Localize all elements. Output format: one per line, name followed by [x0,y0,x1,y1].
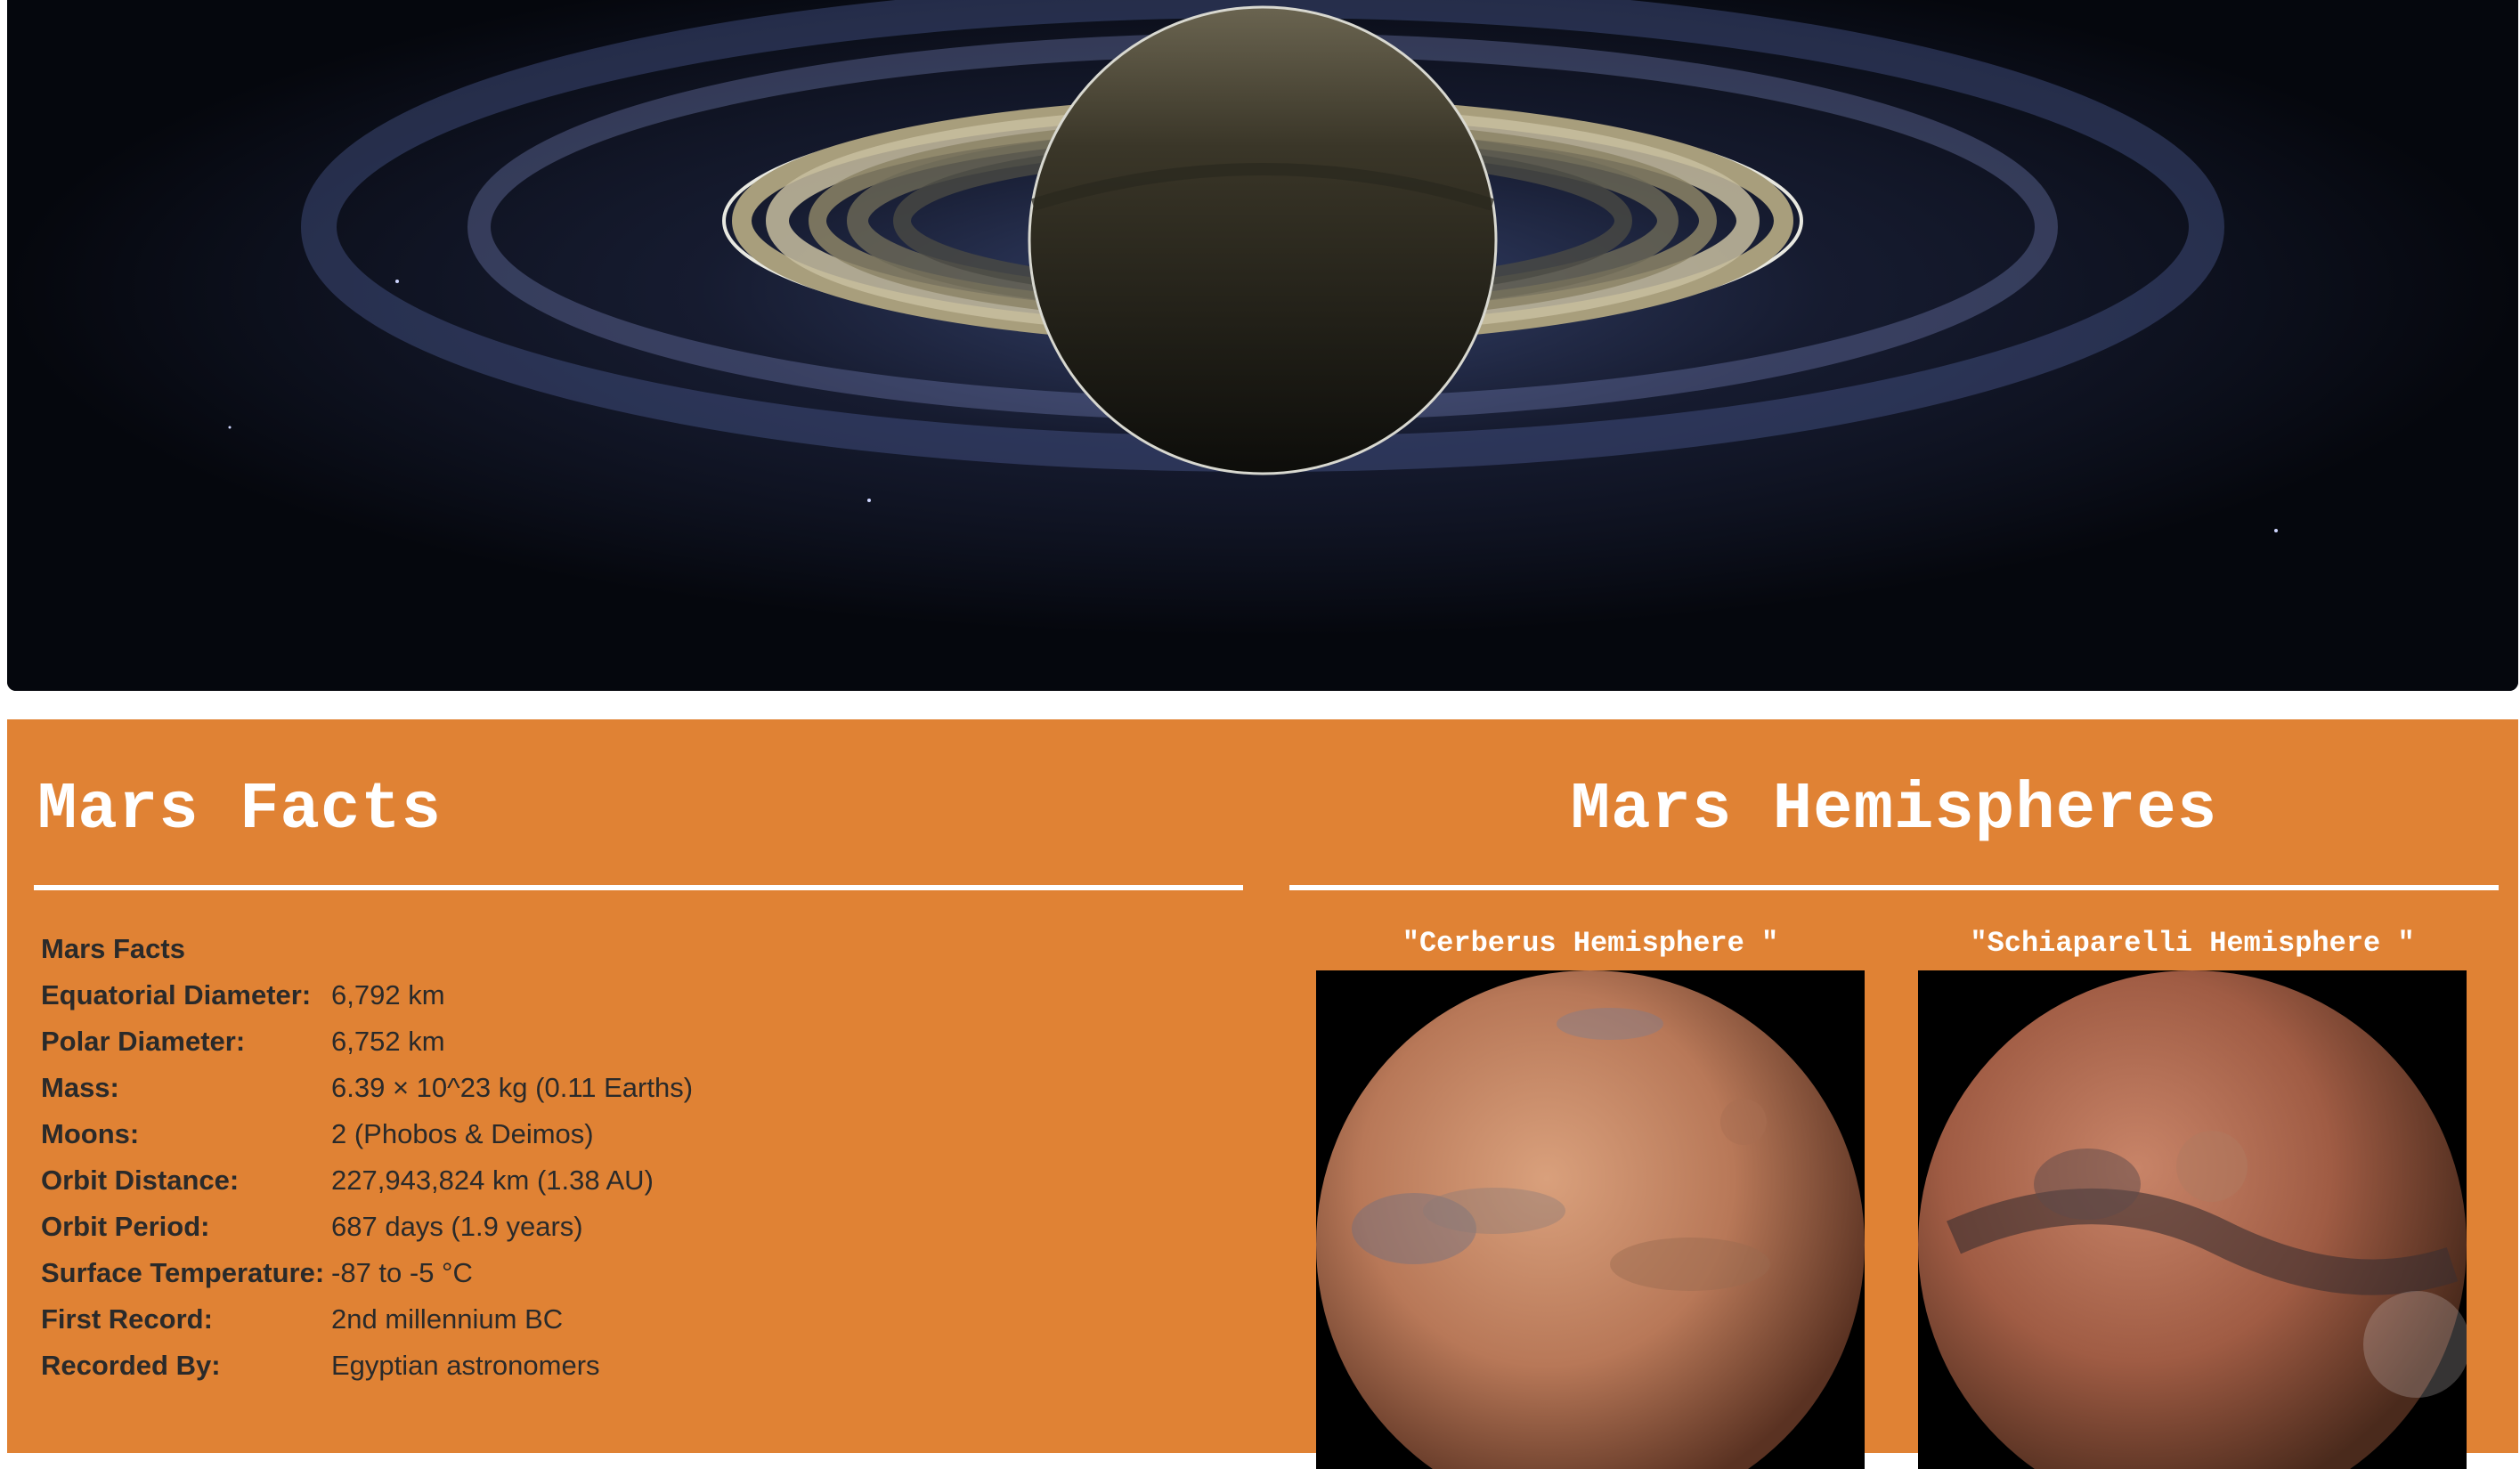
hemisphere-card-schiaparelli[interactable]: "Schiaparelli Hemisphere " [1918,922,2467,1469]
table-row: First Record: 2nd millennium BC [41,1296,693,1343]
table-row: Orbit Distance: 227,943,824 km (1.38 AU) [41,1157,693,1204]
fact-value: -87 to -5 °C [331,1257,473,1288]
table-row: Equatorial Diameter: 6,792 km [41,972,693,1019]
fact-label: Equatorial Diameter: [41,979,312,1010]
hemisphere-title: "Schiaparelli Hemisphere " [1970,927,2415,960]
hemispheres-divider [1289,885,2499,890]
fact-value: 2nd millennium BC [331,1303,564,1335]
mars-hemispheres-section: Mars Hemispheres "Cerberus Hemisphere " [1289,719,2499,1469]
fact-value: 6,752 km [331,1026,445,1057]
fact-value: 6,792 km [331,979,445,1010]
hemisphere-title: "Cerberus Hemisphere " [1402,927,1779,960]
table-row: Moons: 2 (Phobos & Deimos) [41,1111,693,1157]
fact-label: First Record: [41,1303,213,1335]
saturn-image [7,0,2518,691]
cerberus-hemisphere-image[interactable] [1316,970,1865,1469]
facts-divider [34,885,1243,890]
table-row: Orbit Period: 687 days (1.9 years) [41,1204,693,1250]
fact-value: 2 (Phobos & Deimos) [331,1118,594,1149]
fact-label: Mass: [41,1072,119,1103]
facts-table-caption-row: Mars Facts [41,926,693,972]
mars-facts-section: Mars Facts Mars Facts Equatorial Diamete… [34,719,1243,1453]
table-row: Recorded By: Egyptian astronomers [41,1343,693,1389]
mars-hemispheres-heading: Mars Hemispheres [1570,773,2218,848]
table-row: Polar Diameter: 6,752 km [41,1019,693,1065]
fact-label: Orbit Period: [41,1211,210,1242]
fact-value: 227,943,824 km (1.38 AU) [331,1165,654,1196]
fact-value: 687 days (1.9 years) [331,1211,583,1242]
mars-facts-heading: Mars Facts [37,773,443,848]
fact-label: Orbit Distance: [41,1165,240,1196]
fact-label: Polar Diameter: [41,1026,246,1057]
fact-label: Recorded By: [41,1350,221,1381]
schiaparelli-hemisphere-image[interactable] [1918,970,2467,1469]
fact-value: 6.39 × 10^23 kg (0.11 Earths) [331,1072,694,1103]
table-row: Surface Temperature: -87 to -5 °C [41,1250,693,1296]
fact-label: Moons: [41,1118,140,1149]
mars-facts-table: Mars Facts Equatorial Diameter: 6,792 km… [41,926,693,1389]
table-row: Mass: 6.39 × 10^23 kg (0.11 Earths) [41,1065,693,1111]
hemisphere-card-cerberus[interactable]: "Cerberus Hemisphere " [1316,922,1865,1469]
content-panel: Mars Facts Mars Facts Equatorial Diamete… [7,719,2518,1469]
hero-image [7,0,2518,691]
fact-label: Surface Temperature: [41,1257,325,1288]
facts-table-caption: Mars Facts [41,933,185,964]
fact-value: Egyptian astronomers [331,1350,600,1381]
